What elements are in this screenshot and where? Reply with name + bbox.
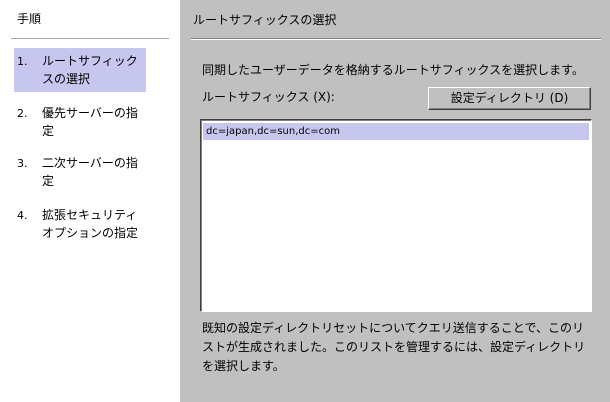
step-label-line1: ルートサフィック	[42, 54, 138, 68]
steps-panel: 手順 1. ルートサフィック スの選択 2. 優先サーバーの指 定 3. 二次サ…	[0, 0, 180, 402]
step-label-line2: 定	[42, 124, 55, 138]
step-label-line2: 定	[42, 174, 55, 188]
configuration-directory-button[interactable]: 設定ディレクトリ (D)	[428, 87, 591, 110]
step-item-secondary-server[interactable]: 3. 二次サーバーの指 定	[14, 150, 146, 194]
footnote-line2: ストが生成されました。このリストを管理するには、設定ディレクトリ	[202, 340, 586, 354]
step-number: 2.	[17, 107, 28, 120]
list-item[interactable]: dc=japan,dc=sun,dc=com	[203, 123, 589, 140]
page-title: ルートサフィックスの選択	[193, 13, 337, 27]
step-label-line1: 優先サーバーの指	[42, 106, 138, 120]
instruction-text: 同期したユーザーデータを格納するルートサフィックスを選択します。	[202, 63, 584, 77]
title-divider	[191, 38, 601, 40]
step-number: 1.	[17, 55, 28, 68]
steps-title: 手順	[17, 12, 42, 26]
step-label-line1: 二次サーバーの指	[42, 156, 138, 170]
step-item-select-root-suffix[interactable]: 1. ルートサフィック スの選択	[14, 48, 146, 92]
step-item-primary-server[interactable]: 2. 優先サーバーの指 定	[14, 100, 146, 144]
footnote-line3: を選択します。	[202, 359, 285, 373]
step-label-line2: オプションの指定	[42, 226, 139, 240]
footnote-line1: 既知の設定ディレクトリセットについてクエリ送信することで、このリ	[202, 321, 584, 335]
root-suffix-list[interactable]: dc=japan,dc=sun,dc=com	[200, 119, 592, 312]
step-label-line1: 拡張セキュリティ	[42, 208, 138, 222]
step-item-extended-security[interactable]: 4. 拡張セキュリティ オプションの指定	[14, 202, 146, 246]
step-label-line2: スの選択	[42, 72, 91, 86]
step-number: 4.	[17, 209, 28, 222]
footnote-text: 既知の設定ディレクトリセットについてクエリ送信することで、このリ ストが生成され…	[202, 319, 594, 376]
step-number: 3.	[17, 157, 28, 170]
root-suffix-label: ルートサフィックス (X):	[202, 90, 335, 104]
steps-divider	[11, 38, 169, 39]
